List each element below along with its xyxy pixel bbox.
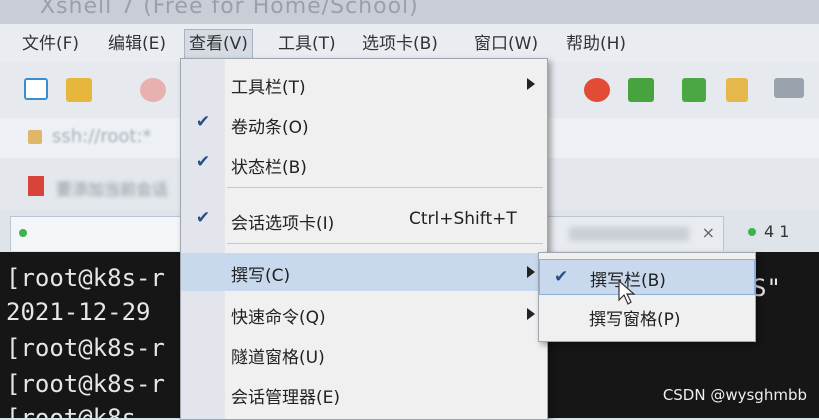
bookmark-flag-icon xyxy=(28,176,44,196)
terminal-line: 2021-12-29 xyxy=(6,298,151,326)
menu-item-label: 工具栏(T) xyxy=(231,78,306,98)
terminal-line: [root@k8s-r xyxy=(6,370,165,398)
menu-separator xyxy=(227,243,543,244)
submenu-arrow-icon xyxy=(527,78,535,90)
new-session-icon[interactable] xyxy=(24,78,48,100)
reconnect-icon[interactable] xyxy=(140,78,166,102)
lock-icon[interactable] xyxy=(726,78,748,102)
checkmark-icon: ✔ xyxy=(195,112,211,132)
menu-item-label: 撰写(C) xyxy=(231,266,291,286)
fullscreen-icon[interactable] xyxy=(682,78,706,102)
compose-submenu: ✔ 撰写栏(B) 撰写窗格(P) xyxy=(538,252,756,342)
mouse-cursor-icon xyxy=(618,280,636,305)
menu-item-label: 会话管理器(E) xyxy=(231,388,341,408)
view-menu-dropdown: 工具栏(T) ✔ 卷动条(O) ✔ 状态栏(B) ✔ 会话选项卡(I) Ctrl… xyxy=(180,58,548,420)
view-menu-item-compose[interactable]: 撰写(C) xyxy=(181,253,547,291)
keyboard-icon[interactable] xyxy=(774,78,804,98)
window-titlebar: Xshell 7 (Free for Home/School) xyxy=(0,0,819,24)
view-menu-item-quick-commands[interactable]: 快速命令(Q) xyxy=(181,295,547,333)
menu-shortcut: Ctrl+Shift+T xyxy=(409,209,517,229)
checkmark-icon: ✔ xyxy=(554,267,569,287)
lock-small-icon xyxy=(28,130,42,144)
compose-pane-item[interactable]: 撰写窗格(P) xyxy=(539,299,755,335)
menu-item-label: 快速命令(Q) xyxy=(231,308,326,328)
watermark: CSDN @wysghmbb xyxy=(662,386,807,404)
menu-tools[interactable]: 工具(T) xyxy=(274,30,340,58)
menu-view[interactable]: 查看(V) xyxy=(184,29,253,59)
view-menu-item-session-manager[interactable]: 会话管理器(E) xyxy=(181,375,547,413)
view-menu-item-session-tabs[interactable]: ✔ 会话选项卡(I) Ctrl+Shift+T xyxy=(181,201,547,239)
menu-item-label: 会话选项卡(I) xyxy=(231,214,335,234)
tab-title-blurred xyxy=(569,227,689,241)
view-menu-item-statusbar[interactable]: ✔ 状态栏(B) xyxy=(181,145,547,183)
tab-counter: 4 1 xyxy=(764,222,790,241)
open-folder-icon[interactable] xyxy=(66,78,92,102)
view-menu-item-tunnel-pane[interactable]: 隧道窗格(U) xyxy=(181,335,547,373)
compose-bar-item[interactable]: ✔ 撰写栏(B) xyxy=(539,259,755,295)
session-tab-2[interactable]: × xyxy=(538,216,724,251)
menu-item-label: 隧道窗格(U) xyxy=(231,348,325,368)
tab-close-icon[interactable]: × xyxy=(702,223,715,242)
window-title: Xshell 7 (Free for Home/School) xyxy=(40,0,419,19)
view-menu-item-toolbar[interactable]: 工具栏(T) xyxy=(181,65,547,103)
menu-bar: 文件(F) 编辑(E) 查看(V) 工具(T) 选项卡(B) 窗口(W) 帮助(… xyxy=(0,24,819,62)
status-dot-icon-2 xyxy=(748,228,756,236)
view-menu-item-scrollbar[interactable]: ✔ 卷动条(O) xyxy=(181,105,547,143)
links-bar-text[interactable]: 要添加当前会话 xyxy=(56,176,168,200)
xshell-green-icon[interactable] xyxy=(628,78,654,102)
submenu-arrow-icon xyxy=(527,266,535,278)
menu-edit[interactable]: 编辑(E) xyxy=(104,30,170,58)
address-value[interactable]: ssh://root:* xyxy=(52,126,152,147)
submenu-item-label: 撰写窗格(P) xyxy=(589,310,681,330)
menu-item-label: 状态栏(B) xyxy=(231,158,307,178)
menu-tabs[interactable]: 选项卡(B) xyxy=(358,30,442,58)
xftp-icon[interactable] xyxy=(584,78,610,102)
menu-file[interactable]: 文件(F) xyxy=(18,30,83,58)
terminal-right-text: S" xyxy=(752,274,781,302)
checkmark-icon: ✔ xyxy=(195,152,211,172)
submenu-arrow-icon xyxy=(527,308,535,320)
status-dot-icon xyxy=(19,229,27,237)
terminal-line: [root@k8s-r xyxy=(6,334,165,362)
checkmark-icon: ✔ xyxy=(195,208,211,228)
menu-window[interactable]: 窗口(W) xyxy=(470,30,542,58)
terminal-line: [root@k8s-r xyxy=(6,264,165,292)
terminal-line: [root@k8s- xyxy=(6,404,151,418)
menu-item-label: 卷动条(O) xyxy=(231,118,309,138)
menu-help[interactable]: 帮助(H) xyxy=(562,30,630,58)
menu-separator xyxy=(227,187,543,188)
